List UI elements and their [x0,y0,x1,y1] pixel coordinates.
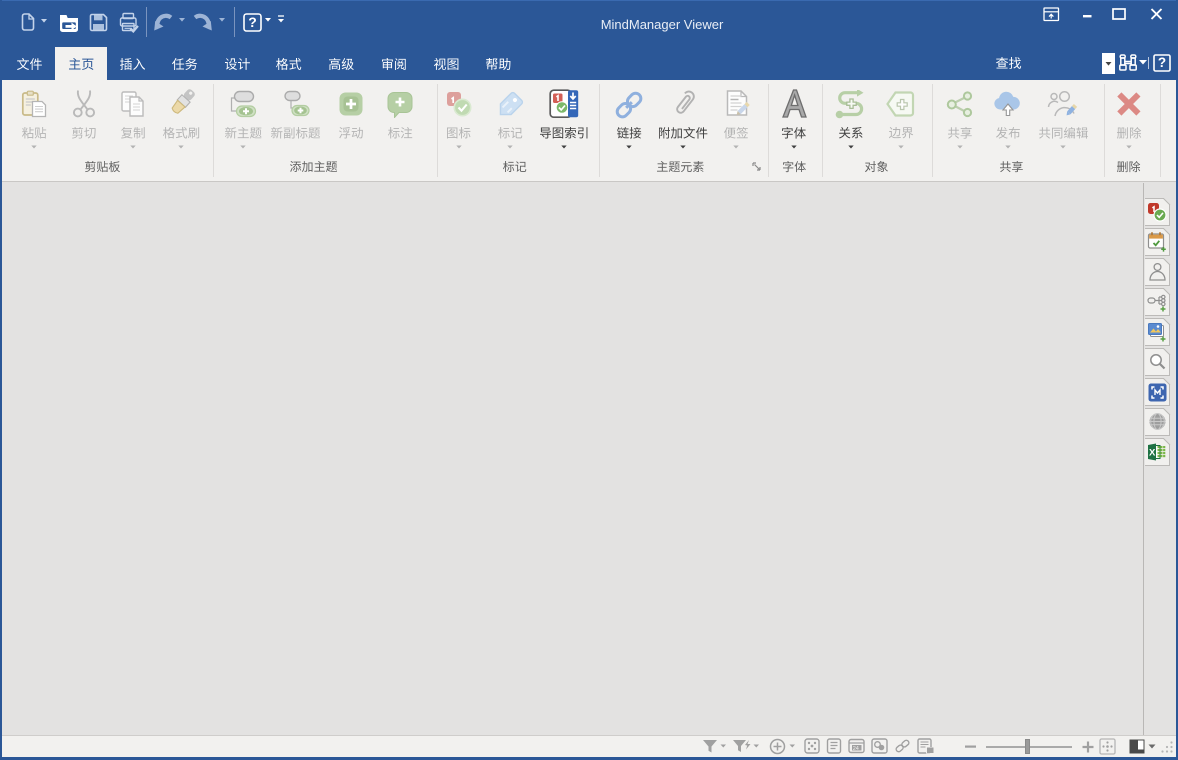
svg-text:X: X [1149,448,1156,459]
svg-text:24: 24 [853,746,859,752]
